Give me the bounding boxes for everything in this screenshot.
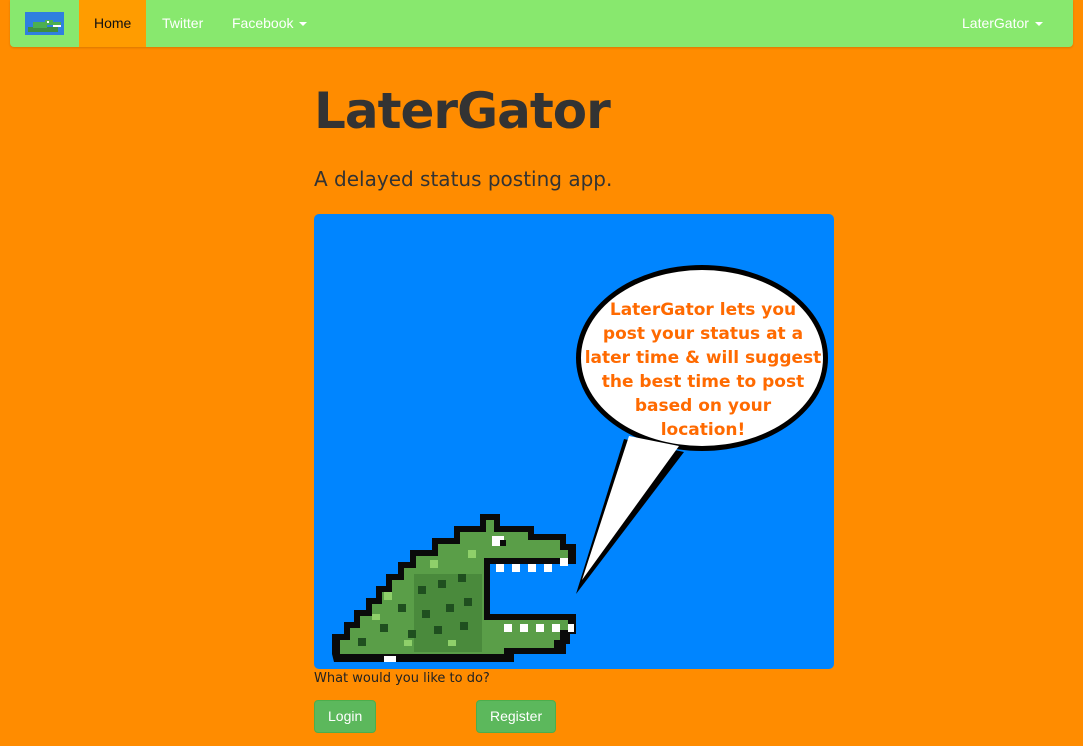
page-subtitle: A delayed status posting app. bbox=[314, 167, 613, 191]
caret-down-icon bbox=[299, 22, 308, 27]
speech-bubble-line: post your status at a bbox=[602, 324, 804, 344]
speech-bubble-text: LaterGator lets you post your status at … bbox=[578, 298, 828, 442]
top-navbar: Home Twitter Facebook LaterGator bbox=[10, 0, 1073, 47]
action-prompt: What would you like to do? bbox=[314, 671, 490, 686]
pixel-alligator-icon bbox=[332, 514, 576, 662]
nav-home-label: Home bbox=[94, 15, 132, 31]
speech-bubble-line: the best time to post bbox=[601, 372, 805, 392]
register-button[interactable]: Register bbox=[476, 700, 557, 733]
speech-bubble-line: LaterGator lets you bbox=[609, 300, 797, 320]
nav-twitter-label: Twitter bbox=[162, 15, 204, 31]
nav-user-label: LaterGator bbox=[962, 15, 1029, 31]
gator-logo-icon[interactable] bbox=[25, 12, 64, 35]
login-button[interactable]: Login bbox=[314, 700, 377, 733]
hero-panel: LaterGator lets you post your status at … bbox=[314, 214, 834, 669]
page-title: LaterGator bbox=[314, 82, 611, 140]
speech-bubble-line: later time & will suggest bbox=[584, 348, 822, 368]
nav-twitter[interactable]: Twitter bbox=[162, 0, 203, 47]
nav-facebook-dropdown[interactable]: Facebook bbox=[232, 0, 308, 47]
speech-bubble-line: location! bbox=[660, 420, 746, 440]
nav-home[interactable]: Home bbox=[79, 0, 147, 47]
speech-bubble-line: based on your bbox=[634, 396, 772, 416]
nav-user-dropdown[interactable]: LaterGator bbox=[962, 0, 1043, 47]
nav-facebook-label: Facebook bbox=[232, 15, 294, 31]
caret-down-icon bbox=[1034, 22, 1043, 27]
